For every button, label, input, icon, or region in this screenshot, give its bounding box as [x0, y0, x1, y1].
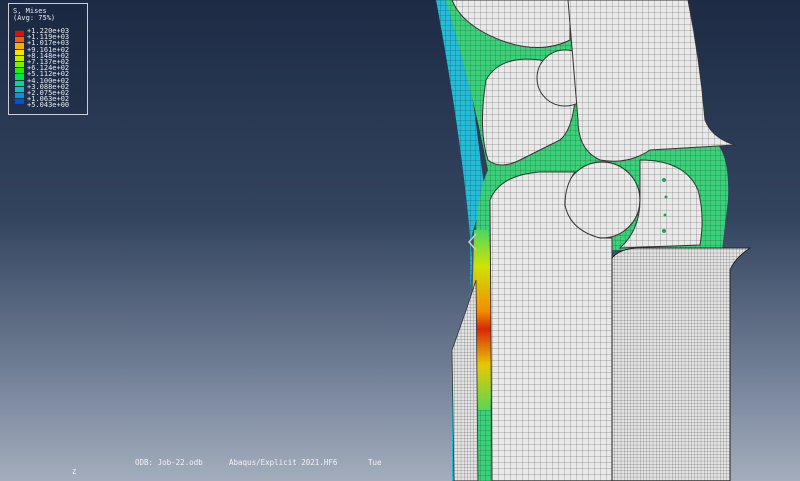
solver-label: Abaqus/Explicit 2021.HF6 — [229, 458, 338, 467]
axis-triad-label: Z — [72, 468, 77, 476]
odb-label: ODB: Job-22.odb — [135, 458, 203, 467]
contour-legend: S, Mises (Avg: 75%) +1.220e+03 +1.119e+03… — [8, 3, 88, 115]
legend-values: +1.220e+03 +1.119e+03 +1.017e+03 +9.161e+02… — [27, 27, 70, 110]
upper-rigid-plate — [567, 0, 736, 162]
fe-model-mesh[interactable] — [0, 0, 800, 481]
legend-value: +5.043e+00 — [27, 101, 70, 110]
legend-swatch — [15, 98, 24, 105]
lower-rigid-plate — [611, 247, 752, 481]
legend-subtitle: (Avg: 75%) — [13, 14, 56, 22]
chevron-left-icon[interactable] — [466, 233, 480, 251]
abaqus-viewport[interactable]: S, Mises (Avg: 75%) +1.220e+03 +1.119e+03… — [0, 0, 800, 481]
legend-color-bar — [15, 30, 24, 105]
date-label: Tue — [368, 458, 382, 467]
left-thin-wall — [451, 279, 479, 481]
